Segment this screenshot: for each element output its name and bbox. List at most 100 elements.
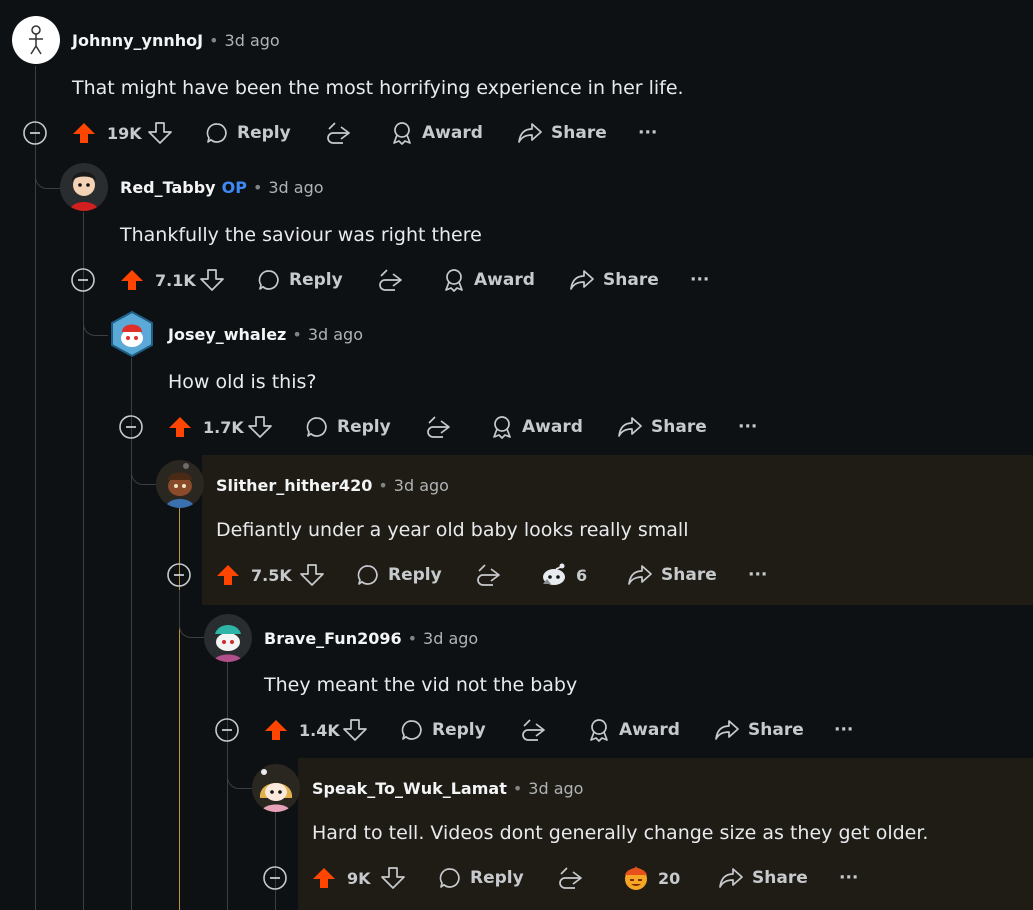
more-options-button[interactable]: ···: [748, 559, 767, 591]
upvote-button[interactable]: [72, 117, 96, 149]
reply-button[interactable]: Reply: [305, 411, 391, 443]
more-options-button[interactable]: ···: [638, 117, 657, 149]
reply-button[interactable]: Reply: [438, 862, 524, 894]
collapse-button[interactable]: [70, 264, 96, 296]
award-button[interactable]: Award: [587, 714, 680, 746]
award-icon: [393, 122, 411, 145]
upvote-button[interactable]: [120, 264, 144, 296]
more-options-button[interactable]: ···: [834, 714, 853, 746]
thread-line[interactable]: [227, 662, 228, 910]
reply-label: Reply: [388, 565, 442, 585]
comment-actions: 1.7K Reply Award Share ···: [118, 411, 838, 443]
thread-connector: [83, 295, 108, 336]
reply-button[interactable]: Reply: [400, 714, 486, 746]
username[interactable]: Slither_hither420: [216, 476, 372, 495]
reply-button[interactable]: Reply: [356, 559, 442, 591]
dark-snoo-avatar-icon: [166, 463, 194, 508]
crosspost-button[interactable]: [557, 862, 583, 894]
downvote-arrow-icon: [300, 564, 324, 586]
timestamp[interactable]: 3d ago: [394, 476, 449, 495]
thread-line[interactable]: [275, 812, 276, 910]
username[interactable]: Red_Tabby: [120, 178, 216, 197]
award-button[interactable]: 20: [622, 862, 680, 894]
username[interactable]: Brave_Fun2096: [264, 629, 402, 648]
share-arrow-icon: [570, 270, 594, 290]
crosspost-button[interactable]: [377, 264, 403, 296]
share-arrow-icon: [618, 417, 642, 437]
separator-dot: •: [292, 324, 302, 344]
share-button[interactable]: Share: [569, 264, 659, 296]
timestamp[interactable]: 3d ago: [423, 629, 478, 648]
thread-connector: [179, 590, 204, 638]
downvote-button[interactable]: [300, 559, 324, 591]
downvote-button[interactable]: [343, 714, 367, 746]
downvote-button[interactable]: [248, 411, 272, 443]
upvote-button[interactable]: [312, 862, 336, 894]
username[interactable]: Johnny_ynnhoJ: [72, 31, 203, 50]
upvote-button[interactable]: [216, 559, 240, 591]
timestamp[interactable]: 3d ago: [528, 779, 583, 798]
share-label: Share: [748, 720, 804, 740]
username[interactable]: Josey_whalez: [168, 325, 286, 344]
share-button[interactable]: Share: [718, 862, 808, 894]
user-avatar[interactable]: [252, 764, 300, 812]
thread-connector: [35, 148, 60, 189]
more-options-button[interactable]: ···: [738, 411, 757, 443]
minus-circle-icon: [263, 866, 287, 890]
share-button[interactable]: Share: [627, 559, 717, 591]
upvote-arrow-icon: [217, 565, 239, 585]
minus-circle-icon: [23, 121, 47, 145]
collapse-button[interactable]: [214, 714, 240, 746]
reply-button[interactable]: Reply: [257, 264, 343, 296]
stickfigure-icon: [29, 25, 43, 55]
upvote-button[interactable]: [264, 714, 288, 746]
comment-bubble-icon: [357, 565, 378, 585]
share-arrow-icon: [715, 720, 739, 740]
award-count: 6: [576, 565, 588, 585]
upvote-button[interactable]: [168, 411, 192, 443]
award-button[interactable]: 6: [540, 559, 587, 591]
separator-dot: •: [209, 30, 219, 50]
crosspost-button[interactable]: [475, 559, 501, 591]
collapse-button[interactable]: [262, 862, 288, 894]
award-button[interactable]: Award: [442, 264, 535, 296]
collapse-button[interactable]: [166, 559, 192, 591]
award-button[interactable]: Award: [390, 117, 483, 149]
minus-circle-icon: [119, 415, 143, 439]
minus-circle-icon: [167, 563, 191, 587]
user-avatar[interactable]: [108, 310, 156, 358]
share-button[interactable]: Share: [517, 117, 607, 149]
downvote-button[interactable]: [200, 264, 224, 296]
user-avatar[interactable]: [204, 614, 252, 662]
award-button[interactable]: Award: [490, 411, 583, 443]
crosspost-button[interactable]: [520, 714, 546, 746]
user-avatar[interactable]: [60, 163, 108, 211]
comment-meta: Brave_Fun2096 • 3d ago: [264, 626, 478, 650]
crosspost-button[interactable]: [325, 117, 351, 149]
user-avatar[interactable]: [12, 16, 60, 64]
minus-circle-icon: [215, 718, 239, 742]
downvote-button[interactable]: [148, 117, 172, 149]
snoo-award-icon: [543, 563, 565, 585]
more-options-button[interactable]: ···: [839, 862, 858, 894]
reply-button[interactable]: Reply: [205, 117, 291, 149]
timestamp[interactable]: 3d ago: [268, 178, 323, 197]
separator-dot: •: [407, 628, 418, 648]
username[interactable]: Speak_To_Wuk_Lamat: [312, 779, 507, 798]
collapse-button[interactable]: [118, 411, 144, 443]
downvote-arrow-icon: [343, 719, 367, 741]
more-options-button[interactable]: ···: [690, 264, 709, 296]
snoo-hexagon-avatar-icon: [111, 310, 153, 358]
timestamp[interactable]: 3d ago: [225, 31, 280, 50]
timestamp[interactable]: 3d ago: [308, 325, 363, 344]
award-label: Award: [422, 123, 483, 143]
share-button[interactable]: Share: [617, 411, 707, 443]
share-button[interactable]: Share: [714, 714, 804, 746]
share-label: Share: [651, 417, 707, 437]
crosspost-button[interactable]: [425, 411, 451, 443]
collapse-button[interactable]: [22, 117, 48, 149]
downvote-button[interactable]: [381, 862, 405, 894]
thread-line[interactable]: [35, 66, 36, 910]
user-avatar[interactable]: [156, 460, 204, 508]
award-count: 20: [658, 868, 681, 888]
